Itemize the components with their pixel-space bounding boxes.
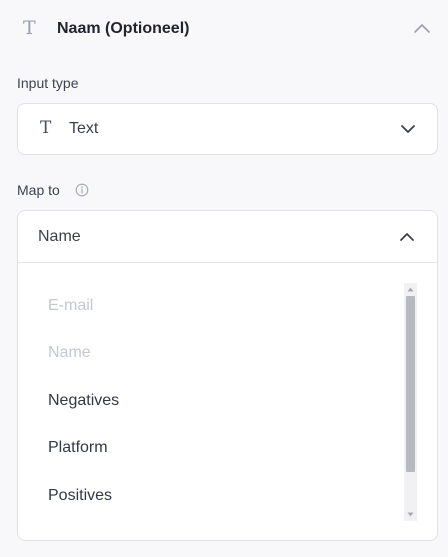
option-positives[interactable]: Positives [48, 484, 388, 508]
section-header[interactable]: T Naam (Optioneel) [0, 0, 448, 58]
map-to-value: Name [38, 228, 81, 245]
map-to-dropdown: Name E-mail Name Negatives Platform Posi… [17, 210, 438, 541]
map-to-select[interactable]: Name [18, 211, 437, 263]
field-settings-panel: T Naam (Optioneel) Input type T Text Map… [0, 0, 448, 557]
map-to-label: Map to [17, 182, 60, 198]
info-icon[interactable] [75, 183, 89, 197]
option-platform[interactable]: Platform [48, 436, 388, 460]
chevron-down-icon[interactable] [400, 124, 416, 134]
input-type-value: Text [69, 120, 99, 137]
option-name: Name [48, 344, 91, 361]
chevron-up-icon[interactable] [413, 22, 431, 34]
scroll-down-arrow-icon[interactable] [407, 511, 414, 518]
chevron-up-icon[interactable] [399, 232, 415, 242]
map-to-options-list: E-mail Name Negatives Platform Positives [18, 283, 404, 521]
scrollbar-thumb[interactable] [406, 296, 415, 472]
input-type-label: Input type [17, 75, 79, 91]
input-type-select[interactable]: T Text [17, 103, 438, 155]
text-type-icon: T [40, 118, 52, 138]
option-e-mail: E-mail [48, 297, 94, 314]
section-title: Naam (Optioneel) [57, 20, 190, 37]
option-negatives[interactable]: Negatives [48, 389, 388, 413]
scroll-up-arrow-icon[interactable] [407, 286, 414, 293]
options-scrollbar[interactable] [404, 283, 417, 521]
text-type-icon: T [23, 17, 36, 39]
